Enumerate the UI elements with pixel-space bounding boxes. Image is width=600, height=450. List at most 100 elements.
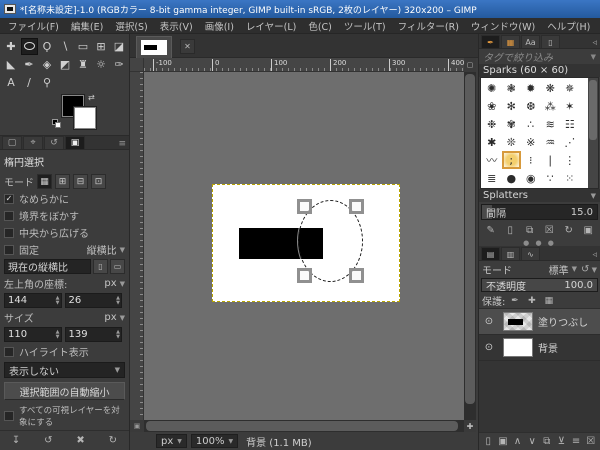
shrink-merged-checkbox[interactable] <box>4 411 14 421</box>
position-x-spinner[interactable]: 144 ▲▼ <box>4 293 62 308</box>
ellipse-select-tool[interactable] <box>21 38 38 55</box>
landscape-orientation-button[interactable]: ▭ <box>110 259 125 274</box>
unified-transform-tool[interactable]: ⊞ <box>93 38 110 55</box>
selection-handle-bottom-right[interactable] <box>349 268 364 283</box>
fixed-checkbox[interactable] <box>4 245 14 255</box>
menu-item-6[interactable]: 色(C) <box>302 18 338 34</box>
brush-thumbnail-10[interactable]: ❉ <box>482 115 502 133</box>
mode-switch-icon[interactable]: ↺ ▼ <box>581 264 597 275</box>
open-brush-as-image-button[interactable]: ▣ <box>579 223 597 239</box>
bucket-fill-tool[interactable]: ◣ <box>3 56 20 73</box>
undo-history-tab[interactable]: ↺ <box>44 136 64 149</box>
dock-menu-icon[interactable]: ◃ <box>592 250 597 260</box>
lock-position-button[interactable]: ✚ <box>524 294 539 307</box>
lower-layer-button[interactable]: ∨ <box>525 434 540 450</box>
brush-thumbnail-13[interactable]: ≋ <box>541 115 561 133</box>
spinner-arrows-icon[interactable]: ▲▼ <box>56 328 60 341</box>
fonts-tab[interactable]: Aa <box>521 35 540 48</box>
delete-brush-button[interactable]: ☒ <box>540 223 558 239</box>
menu-item-4[interactable]: 画像(I) <box>199 18 240 34</box>
brush-thumbnail-28[interactable]: ∵ <box>541 169 561 187</box>
ink-tool[interactable]: ✑ <box>111 56 128 73</box>
free-select-tool[interactable]: Ϙ <box>39 38 56 55</box>
ellipse-selection[interactable] <box>298 200 363 282</box>
brush-thumbnail-22[interactable]: ⁝ <box>521 151 541 169</box>
horizontal-ruler[interactable]: -1000100200300400 <box>144 58 464 72</box>
portrait-orientation-button[interactable]: ▯ <box>93 259 108 274</box>
vertical-ruler[interactable] <box>130 72 144 420</box>
brush-thumbnail-20[interactable]: 〰 <box>482 151 502 169</box>
navigation-icon[interactable]: ✚ <box>464 420 476 432</box>
close-image-icon[interactable]: ✕ <box>180 39 195 54</box>
lock-pixels-button[interactable]: ✒ <box>507 294 522 307</box>
brush-thumbnail-1[interactable]: ❃ <box>502 79 522 97</box>
layer-visibility-eye-icon[interactable]: ⊙ <box>481 342 497 353</box>
menu-item-5[interactable]: レイヤー(L) <box>240 18 302 34</box>
zoom-dropdown[interactable]: 100% ▼ <box>191 434 238 448</box>
selection-handle-top-right[interactable] <box>349 199 364 214</box>
zoom-tool[interactable]: ⚲ <box>39 74 56 91</box>
brush-thumbnail-7[interactable]: ❆ <box>521 97 541 115</box>
position-y-spinner[interactable]: 26 ▲▼ <box>65 293 123 308</box>
patterns-tab[interactable]: ▦ <box>501 35 520 48</box>
delete-tool-preset-button[interactable]: ✖ <box>72 433 90 449</box>
size-unit-dropdown[interactable]: px ▼ <box>104 312 125 323</box>
merge-layer-button[interactable]: ≡ <box>569 434 584 450</box>
paths-tool[interactable]: ∖ <box>57 38 74 55</box>
fixed-option-dropdown[interactable]: 縦横比 ▼ <box>87 242 125 257</box>
paths-tab[interactable]: ∿ <box>521 247 540 260</box>
spinner-arrows-icon[interactable]: ▲▼ <box>116 328 120 341</box>
dock-menu-icon[interactable]: ◃ <box>592 38 597 48</box>
dock-drag-handle[interactable]: ● ● ● <box>479 239 600 246</box>
dock-menu-icon[interactable]: ≡ <box>118 139 126 149</box>
brush-thumbnail-23[interactable]: ❘ <box>541 151 561 169</box>
brush-spacing-slider[interactable]: 間隔 15.0 <box>481 204 598 220</box>
menu-item-3[interactable]: 表示(V) <box>154 18 199 34</box>
brush-thumbnail-25[interactable]: ≣ <box>482 169 502 187</box>
mode-intersect-button[interactable]: ⊡ <box>91 174 106 189</box>
eraser-tool[interactable]: ◈ <box>39 56 56 73</box>
quick-mask-toggle-icon[interactable]: ▣ <box>130 420 144 432</box>
brush-thumbnail-27[interactable]: ◉ <box>521 169 541 187</box>
ruler-origin-corner[interactable] <box>130 58 144 72</box>
layer-visibility-eye-icon[interactable]: ⊙ <box>481 316 497 327</box>
mode-subtract-button[interactable]: ⊟ <box>73 174 88 189</box>
layer-row[interactable]: ⊙背景 <box>479 335 600 361</box>
brush-thumbnail-18[interactable]: ♒ <box>541 133 561 151</box>
menu-item-9[interactable]: ウィンドウ(W) <box>465 18 541 34</box>
delete-layer-button[interactable]: ☒ <box>583 434 598 450</box>
brush-thumbnail-14[interactable]: ☷ <box>560 115 580 133</box>
zoom-image-when-resized-icon[interactable]: ▢ <box>464 58 476 72</box>
dodge-burn-tool[interactable]: ☼ <box>93 56 110 73</box>
menu-item-1[interactable]: 編集(E) <box>65 18 109 34</box>
save-tool-preset-button[interactable]: ↧ <box>7 433 25 449</box>
feather-edges-checkbox[interactable] <box>4 211 14 221</box>
brush-thumbnail-8[interactable]: ⁂ <box>541 97 561 115</box>
new-brush-button[interactable]: ▯ <box>501 223 519 239</box>
brush-thumbnail-11[interactable]: ✾ <box>502 115 522 133</box>
menu-item-2[interactable]: 選択(S) <box>109 18 153 34</box>
layer-mode-dropdown[interactable]: 標準 ▼ <box>549 262 581 277</box>
new-layer-button[interactable]: ▯ <box>481 434 496 450</box>
canvas-viewport[interactable] <box>144 72 464 420</box>
brush-thumbnail-15[interactable]: ✱ <box>482 133 502 151</box>
brush-scrollbar[interactable] <box>588 78 598 188</box>
refresh-brushes-button[interactable]: ↻ <box>560 223 578 239</box>
spinner-arrows-icon[interactable]: ▲▼ <box>116 294 120 307</box>
size-height-spinner[interactable]: 139 ▲▼ <box>65 327 123 342</box>
brush-thumbnail-26[interactable]: ● <box>502 169 522 187</box>
clone-tool[interactable]: ♜ <box>75 56 92 73</box>
highlight-checkbox[interactable] <box>4 347 14 357</box>
anchor-layer-button[interactable]: ⊻ <box>554 434 569 450</box>
menu-item-8[interactable]: フィルター(R) <box>392 18 465 34</box>
vertical-scrollbar[interactable] <box>464 72 476 420</box>
brush-thumbnail-17[interactable]: ※ <box>521 133 541 151</box>
guides-dropdown[interactable]: 表示しない ▼ <box>4 362 125 378</box>
antialiasing-checkbox[interactable]: ✓ <box>4 194 14 204</box>
move-tool[interactable]: ✚ <box>3 38 20 55</box>
position-unit-dropdown[interactable]: px ▼ <box>104 278 125 289</box>
brush-thumbnail-2[interactable]: ✹ <box>521 79 541 97</box>
raise-layer-button[interactable]: ∧ <box>510 434 525 450</box>
brush-thumbnail-21[interactable]: ; <box>502 151 522 169</box>
duplicate-brush-button[interactable]: ⧉ <box>521 223 539 239</box>
